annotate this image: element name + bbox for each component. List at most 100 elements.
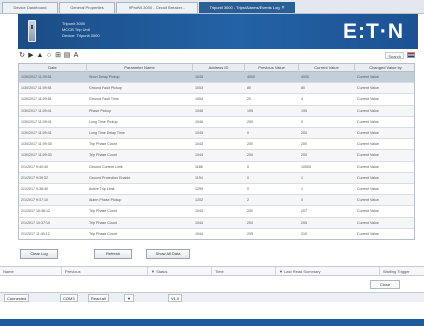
table-cell: 195 (247, 108, 253, 113)
table-cell: Current Value (357, 75, 379, 79)
close-button[interactable]: Close (370, 280, 400, 289)
table-cell: Current Value (357, 142, 379, 147)
read-mode-status[interactable]: Read all (88, 294, 109, 302)
table-cell: 4000 (247, 75, 255, 79)
clear-log-button[interactable]: Clear Log (20, 249, 58, 259)
table-cell: 1194 (195, 175, 203, 180)
table-cell: 1048 (195, 108, 203, 113)
print-icon[interactable]: ▤ (63, 52, 71, 60)
table-cell: Current Value (357, 220, 379, 225)
language-flag-icon[interactable] (407, 52, 415, 58)
table-row[interactable]: 2/1/2017 9:40:40 Ground Current Limit 1186… (19, 162, 414, 173)
table-cell: 4 (301, 97, 303, 102)
alert-icon[interactable]: A (72, 52, 80, 60)
table-cell: 80 (301, 86, 305, 91)
table-cell: 1/30/2017 11:09:41 (21, 119, 52, 124)
tab-general-properties[interactable]: General Properties (59, 2, 115, 13)
table-cell: 80 (247, 86, 251, 91)
table-cell: 1046 (195, 119, 203, 124)
table-cell: 1/30/2017 11:09:30 (21, 142, 52, 147)
table-row[interactable]: 2/1/2017 10:36:12 Trip Phase Count 1043 200… (19, 206, 414, 218)
dropdown-icon[interactable]: ▼ (124, 294, 134, 302)
column-header-address-id[interactable]: Address ID (193, 64, 245, 72)
table-cell: Phase Pickup (89, 108, 111, 113)
export-icon[interactable]: ⊞ (54, 52, 62, 60)
table-cell: 195 (301, 108, 307, 113)
close-icon[interactable]: × (282, 5, 285, 11)
column-header-previous-value[interactable]: Previous Value (245, 64, 299, 72)
table-row[interactable]: 1/30/2017 11:09:51 Short Delay Pickup 1045… (19, 72, 414, 84)
table-row[interactable]: 2/1/2017 9:38:40 Active Trip Limit 1299 0 1 C… (19, 184, 414, 196)
filter-previous[interactable]: Previous (62, 267, 148, 276)
table-cell: Current Value (357, 131, 379, 135)
table-cell: 1043 (195, 142, 203, 147)
search-button[interactable]: Search (385, 52, 404, 59)
show-all-data-button[interactable]: Show All Data (146, 249, 190, 259)
table-cell: 205 (301, 220, 307, 225)
table-row[interactable]: 2/1/2017 9:37:10 Alarm Phase Pickup 1202 2 0… (19, 195, 414, 207)
table-cell: 0 (247, 131, 249, 135)
filter-status[interactable]: ▼ Status (148, 267, 212, 276)
table-cell: 0 (301, 198, 303, 203)
table-row[interactable]: 1/30/2017 11:09:51 Ground Fault Pickup 105… (19, 83, 414, 95)
table-cell: 1186 (195, 164, 203, 169)
refresh-button[interactable]: Refresh (94, 249, 132, 259)
table-row[interactable]: 1/30/2017 11:09:51 Ground Fault Time 1054 2… (19, 94, 414, 106)
table-cell: 1054 (195, 97, 203, 102)
table-cell: Long Time Pickup (89, 119, 118, 124)
filter-name[interactable]: Name (0, 267, 62, 276)
column-header-current-value[interactable]: Current Value (299, 64, 355, 72)
table-cell: 1/30/2017 11:09:51 (21, 86, 52, 91)
events-log-table: Date Parameter Name Address ID Previous … (18, 63, 415, 240)
table-cell: Current Value (357, 198, 379, 203)
column-header-parameter-name[interactable]: Parameter Name (87, 64, 193, 72)
table-row[interactable]: 1/30/2017 11:09:41 Long Time Pickup 1046 20… (19, 117, 414, 128)
device-info: Tripunit 3000 MCCB Trip Unit Device: Tri… (62, 21, 100, 39)
table-cell: 10000 (301, 164, 311, 169)
table-cell: 200 (301, 153, 307, 158)
tab-trips-alarms-log[interactable]: Tripunit 3000 - Trips/Alarms/Events Log × (199, 2, 295, 13)
filter-waiting-trigger[interactable]: Waiting Trigger (380, 267, 424, 276)
warning-icon[interactable]: ▲ (36, 52, 44, 60)
table-cell: Trip Phase Count (89, 231, 117, 236)
table-cell: Alarm Phase Pickup (89, 198, 122, 203)
version-info: V1.0 (168, 294, 183, 302)
table-row[interactable]: 2/1/2017 10:37:10 Trip Phase Count 1044 200… (19, 217, 414, 229)
table-cell: 200 (247, 153, 253, 158)
table-cell: 2/1/2017 11:40:12 (21, 231, 50, 236)
table-row[interactable]: 1/30/2017 11:09:30 Trip Phase Count 1044 20… (19, 150, 414, 162)
table-row[interactable]: 1/30/2017 11:09:41 Long Time Delay Time 10… (19, 128, 414, 140)
table-cell: Long Time Delay Time (89, 131, 125, 135)
column-header-changed-by[interactable]: Changed Value by (355, 64, 414, 72)
table-cell: Trip Phase Count (89, 209, 117, 214)
table-cell: 200 (247, 220, 253, 225)
refresh-icon[interactable]: ↻ (18, 52, 26, 60)
tab-circuit-breaker[interactable]: 9ProfW-3000 - Circuit Breaker... (116, 2, 198, 13)
table-cell: 1/30/2017 11:09:41 (21, 108, 52, 113)
tab-device-dashboard[interactable]: Device Dashboard (2, 2, 58, 13)
table-cell: 1053 (195, 86, 203, 91)
table-row[interactable]: 1/30/2017 11:09:30 Trip Phase Count 1043 20… (19, 139, 414, 151)
filter-time[interactable]: Time (212, 267, 276, 276)
column-header-date[interactable]: Date (19, 64, 87, 72)
table-cell: Short Delay Pickup (89, 75, 120, 79)
table-cell: Current Value (357, 119, 379, 124)
filter-icon[interactable]: ○ (45, 52, 53, 60)
port-status[interactable]: COM3 (60, 294, 78, 302)
table-cell: 1202 (195, 198, 203, 203)
table-cell: 205 (247, 231, 253, 236)
table-cell: 200 (247, 209, 253, 214)
table-cell: 200 (247, 142, 253, 147)
connection-status[interactable]: Connected (4, 294, 30, 302)
table-cell: 200 (247, 119, 253, 124)
table-row[interactable]: 2/1/2017 9:39:32 Ground Protection Enable… (19, 172, 414, 184)
save-icon[interactable]: ▶ (27, 52, 35, 60)
table-cell: Current Value (357, 108, 379, 113)
table-row[interactable]: 2/1/2017 11:40:12 Trip Phase Count 1044 205… (19, 229, 414, 239)
filter-last-read[interactable]: ▼ Last Read Summary (276, 267, 380, 276)
table-cell: Trip Phase Count (89, 142, 117, 147)
table-cell: 1 (301, 175, 303, 180)
table-row[interactable]: 1/30/2017 11:09:41 Phase Pickup 1048 195 195… (19, 105, 414, 117)
tab-trips-alarms-log-label: Tripunit 3000 - Trips/Alarms/Events Log (209, 5, 280, 10)
table-cell: Ground Fault Time (89, 97, 119, 102)
